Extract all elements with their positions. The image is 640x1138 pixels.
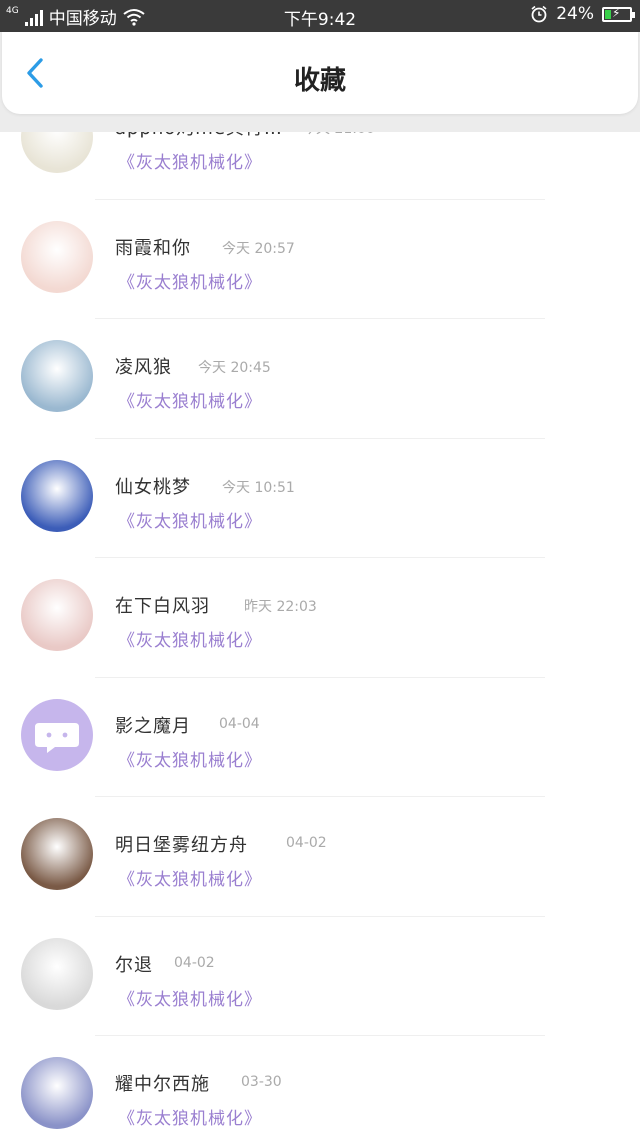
contact-name: 明日堡雾纽方舟 xyxy=(115,835,248,856)
timestamp: 03-30 xyxy=(241,1074,282,1090)
battery-fill xyxy=(605,9,612,19)
group-name: 《灰太狼机械化》 xyxy=(118,750,262,771)
favorite-item[interactable]: 仙女桃梦 今天 10:51 《灰太狼机械化》 xyxy=(0,439,640,558)
favorite-item[interactable]: 在下白风羽 昨天 22:03 《灰太狼机械化》 xyxy=(0,558,640,678)
timestamp: 昨天 22:03 xyxy=(244,599,317,615)
page-title: 收藏 xyxy=(293,66,346,96)
avatar[interactable] xyxy=(21,340,93,412)
favorites-list: appho灼me其忖… 今天 21:00 《灰太狼机械化》雨霞和你 今天 20:57 《… xyxy=(0,132,640,1138)
timestamp: 今天 21:00 xyxy=(302,132,375,138)
group-name: 《灰太狼机械化》 xyxy=(118,511,262,532)
timestamp: 04-02 xyxy=(286,835,327,851)
avatar[interactable] xyxy=(21,937,93,1010)
alarm-icon xyxy=(531,5,547,23)
avatar[interactable] xyxy=(21,818,93,890)
group-name: 《灰太狼机械化》 xyxy=(118,392,262,412)
favorite-item[interactable]: 影之魔月 04-04 《灰太狼机械化》 xyxy=(0,678,640,797)
group-name: 《灰太狼机械化》 xyxy=(118,1109,262,1129)
favorite-item[interactable]: 明日堡雾纽方舟 04-02 《灰太狼机械化》 xyxy=(0,797,640,917)
group-name: 《灰太狼机械化》 xyxy=(118,989,262,1010)
favorite-item[interactable]: appho灼me其忖… 今天 21:00 《灰太狼机械化》 xyxy=(0,132,640,200)
contact-name: 影之魔月 xyxy=(115,715,191,737)
contact-name: 雨霞和你 xyxy=(115,237,191,259)
timestamp: 今天 10:51 xyxy=(222,479,295,496)
timestamp: 04-04 xyxy=(219,715,260,732)
contact-name: 在下白风羽 xyxy=(115,596,210,617)
status-bar: 4G 中国移动 下午9:42 24% ⚡ xyxy=(0,0,640,32)
avatar[interactable] xyxy=(21,579,93,651)
contact-name: 凌风狼 xyxy=(115,357,172,378)
group-name: 《灰太狼机械化》 xyxy=(118,272,262,293)
charging-icon: ⚡ xyxy=(612,5,621,20)
avatar[interactable] xyxy=(21,132,93,173)
group-name: 《灰太狼机械化》 xyxy=(118,631,262,651)
timestamp: 今天 20:57 xyxy=(222,240,295,257)
favorite-item[interactable]: 雨霞和你 今天 20:57 《灰太狼机械化》 xyxy=(0,200,640,319)
avatar[interactable] xyxy=(21,220,93,293)
avatar[interactable] xyxy=(21,459,93,532)
group-name: 《灰太狼机械化》 xyxy=(118,870,262,890)
avatar[interactable] xyxy=(21,698,93,771)
contact-name: 仙女桃梦 xyxy=(115,476,191,498)
timestamp: 今天 20:45 xyxy=(198,360,271,376)
contact-name: appho灼me其忖… xyxy=(115,132,283,140)
favorite-item[interactable]: 凌风狼 今天 20:45 《灰太狼机械化》 xyxy=(0,319,640,439)
battery-icon: ⚡ xyxy=(602,5,635,22)
favorite-item[interactable]: 耀中尔西施 03-30 《灰太狼机械化》 xyxy=(0,1036,640,1138)
contact-name: 耀中尔西施 xyxy=(115,1074,210,1095)
chat-bubble-icon xyxy=(35,722,79,753)
favorite-item[interactable]: 尔退 04-02 《灰太狼机械化》 xyxy=(0,917,640,1036)
header-bar: 收藏 xyxy=(2,32,638,114)
timestamp: 04-02 xyxy=(174,954,215,971)
group-name: 《灰太狼机械化》 xyxy=(118,153,262,173)
avatar[interactable] xyxy=(21,1057,93,1129)
contact-name: 尔退 xyxy=(115,954,153,976)
battery-percent: 24% xyxy=(556,4,594,24)
